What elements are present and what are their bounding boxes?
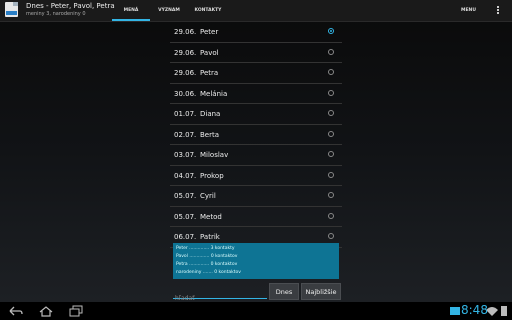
item-name: Berta — [200, 130, 220, 139]
item-name: Diana — [200, 110, 221, 118]
search-field — [173, 285, 267, 305]
item-date: 29.06. — [174, 28, 197, 36]
item-name: Petra — [200, 69, 219, 77]
list-item[interactable]: 01.07. Diana — [170, 104, 342, 125]
action-bar: Dnes - Peter, Pavol, Petra meniny 3, nar… — [0, 0, 512, 22]
item-name: Peter — [200, 28, 219, 36]
radio-button[interactable] — [328, 110, 334, 116]
radio-button[interactable] — [328, 130, 334, 137]
home-icon[interactable] — [38, 305, 54, 317]
item-date: 29.06. — [174, 48, 197, 57]
list-item[interactable]: 29.06. Petra — [170, 63, 342, 84]
item-name: Prokop — [200, 171, 224, 180]
item-date: 06.07. — [174, 233, 197, 241]
back-icon[interactable] — [8, 305, 24, 317]
item-date: 04.07. — [174, 171, 197, 180]
radio-button-selected[interactable] — [328, 28, 334, 34]
app-title: Dnes - Peter, Pavol, Petra — [26, 2, 115, 10]
battery-icon — [501, 306, 507, 316]
status-clock: 8:48 — [461, 303, 488, 317]
today-button[interactable]: Dnes — [269, 283, 299, 300]
contacts-summary-panel: Peter .............. 3 kontakty Pavol ..… — [173, 243, 339, 279]
overflow-menu-icon[interactable] — [496, 6, 500, 16]
item-name: Miloslav — [200, 151, 229, 159]
tab-kontakty[interactable]: KONTAKTY — [188, 0, 228, 21]
list-item[interactable]: 04.07. Prokop — [170, 166, 342, 186]
item-name: Patrik — [200, 233, 220, 241]
radio-button[interactable] — [328, 233, 334, 239]
radio-button[interactable] — [328, 89, 334, 96]
item-date: 03.07. — [174, 151, 197, 159]
summary-line: Pavol .............. 0 kontaktov — [176, 254, 238, 259]
item-date: 29.06. — [174, 69, 197, 77]
item-date: 01.07. — [174, 110, 197, 118]
item-date: 30.06. — [174, 89, 197, 98]
radio-button[interactable] — [328, 212, 334, 219]
app-window: Dnes - Peter, Pavol, Petra meniny 3, nar… — [0, 0, 512, 305]
item-date: 02.07. — [174, 130, 197, 139]
app-subtitle: meniny 3, narodeniny 0 — [26, 11, 86, 17]
list-item[interactable]: 05.07. Cyril — [170, 186, 342, 207]
radio-button[interactable] — [328, 69, 334, 75]
system-nav-bar — [0, 302, 512, 320]
item-date: 05.07. — [174, 192, 197, 200]
nearest-button[interactable]: Najbližšie — [301, 283, 341, 300]
item-name: Melánia — [200, 89, 228, 98]
recent-apps-icon[interactable] — [68, 305, 84, 317]
radio-button[interactable] — [328, 151, 334, 157]
item-name: Metod — [200, 212, 222, 221]
list-item[interactable]: 03.07. Miloslav — [170, 145, 342, 166]
tab-vyznam[interactable]: VÝZNAM — [152, 0, 186, 21]
list-item[interactable]: 30.06. Melánia — [170, 84, 342, 104]
summary-line: Peter .............. 3 kontakty — [176, 246, 235, 251]
item-date: 05.07. — [174, 212, 197, 221]
list-item[interactable]: 02.07. Berta — [170, 125, 342, 145]
radio-button[interactable] — [328, 192, 334, 198]
summary-line: Petra .............. 0 kontaktov — [176, 262, 238, 267]
radio-button[interactable] — [328, 48, 334, 55]
tab-mena[interactable]: MENÁ — [112, 0, 150, 21]
item-name: Cyril — [200, 192, 216, 200]
list-item[interactable]: 05.07. Metod — [170, 207, 342, 227]
radio-button[interactable] — [328, 171, 334, 178]
names-list: 29.06. Peter 29.06. Pavol 29.06. Petra 3… — [170, 22, 342, 248]
list-item[interactable]: 29.06. Pavol — [170, 43, 342, 63]
calendar-app-icon[interactable] — [5, 2, 18, 17]
list-item[interactable]: 29.06. Peter — [170, 22, 342, 43]
menu-button[interactable]: MENU — [461, 0, 476, 21]
summary-line: narodeniny ....... 0 kontaktov — [176, 270, 241, 275]
item-name: Pavol — [200, 48, 219, 57]
